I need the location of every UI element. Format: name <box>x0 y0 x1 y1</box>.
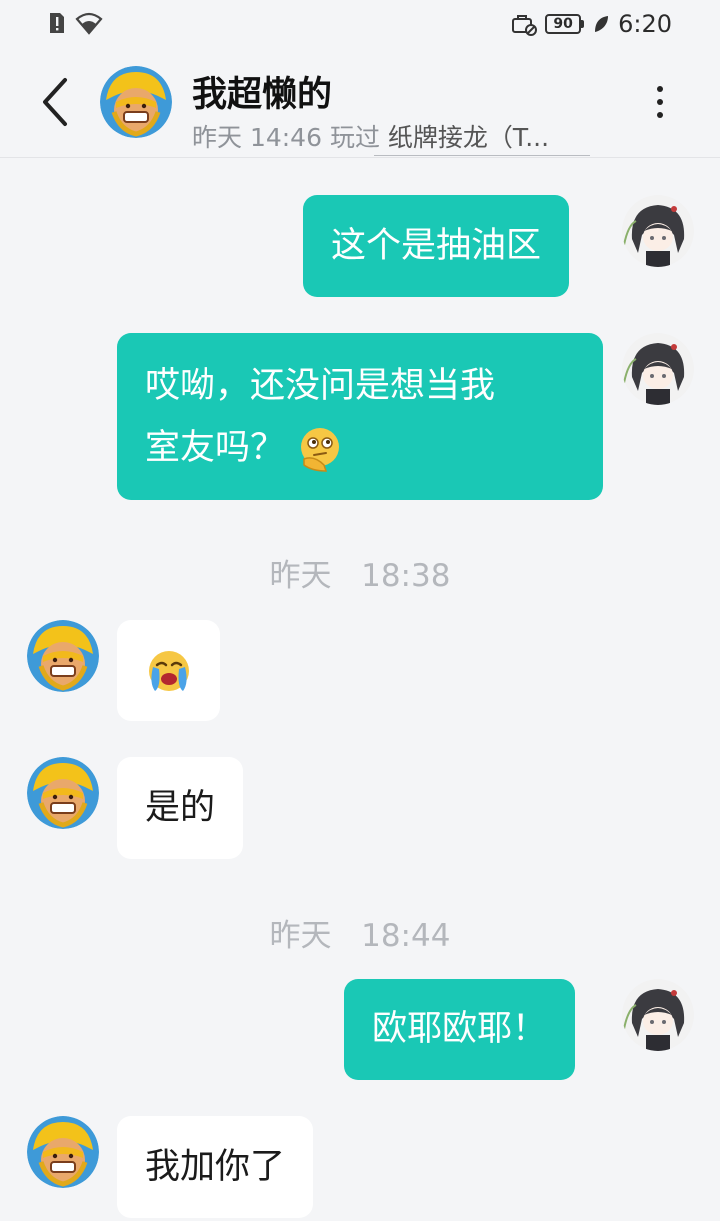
message-bubble-incoming[interactable]: 我加你了 <box>117 1116 314 1218</box>
back-button[interactable] <box>30 74 80 130</box>
message-timestamp: 昨天 18:44 <box>269 918 451 954</box>
more-dots-icon <box>657 86 663 92</box>
status-right: 90 6:20 <box>511 10 672 38</box>
message-bubble-outgoing[interactable]: 哎呦，还没问是想当我 室友吗？ <box>117 333 603 500</box>
game-link[interactable]: 纸牌接龙（T... <box>388 123 549 152</box>
anime-girl-avatar-icon <box>622 979 694 1051</box>
contact-name: 我超懒的 <box>192 75 333 115</box>
message-text-line: 室友吗？ <box>145 428 286 468</box>
barbarian-avatar-icon <box>27 757 99 829</box>
message-timestamp: 昨天 18:38 <box>269 558 451 594</box>
wifi-icon <box>75 12 103 35</box>
leaf-icon <box>595 16 609 32</box>
contact-avatar[interactable] <box>100 66 172 138</box>
last-seen-text: 昨天 14:46 玩过 <box>192 123 380 152</box>
crying-face-emoji-icon <box>148 650 189 691</box>
battery-level: 90 <box>553 16 573 32</box>
sim-alert-icon <box>50 13 64 33</box>
my-avatar[interactable] <box>622 195 694 267</box>
vpn-icon <box>512 15 538 36</box>
battery-indicator: 90 <box>545 14 585 34</box>
message-text-line: 哎呦，还没问是想当我 <box>145 366 496 406</box>
message-text: 是的 <box>145 788 216 828</box>
message-bubble-outgoing[interactable]: 这个是抽油区 <box>303 195 570 297</box>
anime-girl-avatar-icon <box>622 195 694 267</box>
my-avatar[interactable] <box>622 333 694 405</box>
message-bubble-incoming[interactable]: 是的 <box>117 757 244 859</box>
chevron-left-icon <box>43 78 67 126</box>
contact-message-avatar[interactable] <box>27 1116 99 1188</box>
contact-message-avatar[interactable] <box>27 757 99 829</box>
chat-header: 我超懒的 昨天 14:46 玩过 纸牌接龙（T... <box>0 48 720 158</box>
message-bubble-incoming[interactable] <box>117 620 220 721</box>
message-bubble-outgoing[interactable]: 欧耶欧耶！ <box>344 979 576 1080</box>
contact-status: 昨天 14:46 玩过 纸牌接龙（T... <box>192 118 549 154</box>
barbarian-avatar-icon <box>27 1116 99 1188</box>
message-text: 这个是抽油区 <box>331 226 542 266</box>
thinking-face-emoji-icon <box>301 428 340 472</box>
message-text: 欧耶欧耶！ <box>372 1009 548 1049</box>
game-link-underline <box>374 155 590 156</box>
clock: 6:20 <box>618 10 672 38</box>
more-options-button[interactable] <box>640 82 680 122</box>
my-avatar[interactable] <box>622 979 694 1051</box>
contact-message-avatar[interactable] <box>27 620 99 692</box>
barbarian-avatar-icon <box>100 66 172 138</box>
status-bar: 90 6:20 <box>0 0 720 48</box>
chat-screen: 90 6:20 我超懒的 昨天 14:46 玩过 纸牌接龙（T... 这个是抽油… <box>0 0 720 1221</box>
barbarian-avatar-icon <box>27 620 99 692</box>
anime-girl-avatar-icon <box>622 333 694 405</box>
message-text: 我加你了 <box>145 1147 286 1187</box>
status-left <box>48 11 104 35</box>
